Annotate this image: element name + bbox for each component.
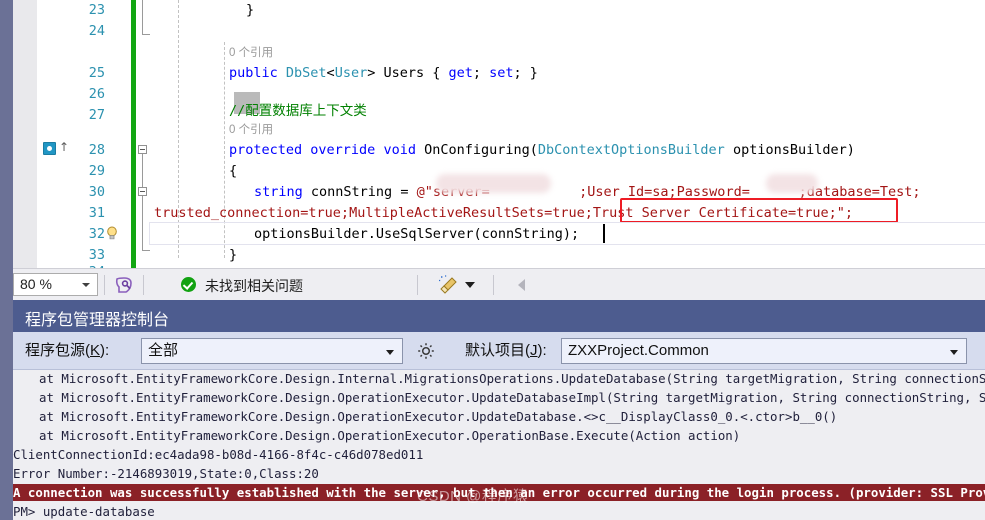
outline-elbow <box>142 28 150 35</box>
pmc-toolbar: 程序包源(K): 全部 默认项目(J): ZXXProject.Common <box>13 332 985 394</box>
chevron-down-icon <box>386 350 394 355</box>
status-separator <box>417 275 418 295</box>
console-line-error-number: Error Number:-2146893019,State:0,Class:2… <box>13 466 319 481</box>
arrow-up-icon[interactable]: ↑ <box>59 141 69 154</box>
success-check-icon <box>181 277 196 292</box>
console-output[interactable]: at Microsoft.EntityFrameworkCore.Design.… <box>13 370 985 520</box>
keyword-void: void <box>383 142 425 158</box>
chevron-down-icon <box>82 283 90 287</box>
line-number: 25 <box>88 65 105 81</box>
line-number: 27 <box>88 107 105 123</box>
redacted-password-value <box>766 174 818 193</box>
code-line-33: } <box>229 247 238 263</box>
scroll-left-icon[interactable] <box>518 279 525 291</box>
package-manager-console-panel: 程序包管理器控制台 程序包源(K): 全部 默认项目(J): ZXXProjec… <box>13 300 985 520</box>
default-project-label: 默认项目(J): <box>465 341 547 361</box>
param-optionsbuilder: optionsBuilder) <box>724 142 855 158</box>
identifier-connstring: connString = <box>302 184 417 200</box>
code-line-29: { <box>229 163 238 179</box>
keyword-protected: protected <box>229 142 311 158</box>
codelens-references[interactable]: 0 个引用 <box>229 121 273 137</box>
codelens-references[interactable]: 0 个引用 <box>229 44 273 60</box>
line-number: 26 <box>88 86 105 102</box>
type-dbset: DbSet <box>285 65 327 81</box>
console-line: at Microsoft.EntityFrameworkCore.Design.… <box>39 409 838 424</box>
cleanup-dropdown-icon[interactable] <box>465 282 475 288</box>
keyword-string: string <box>254 184 303 200</box>
label-accesskey: J <box>530 342 538 359</box>
status-separator <box>493 275 494 295</box>
outline-guide <box>142 150 143 250</box>
type-dbcontextoptionsbuilder: DbContextOptionsBuilder <box>537 142 725 158</box>
line-number: 29 <box>88 163 105 179</box>
punct: ; } <box>513 65 538 81</box>
label-part: 默认项目( <box>465 342 530 359</box>
highlight-annotation-box <box>620 198 898 223</box>
status-separator <box>104 275 105 295</box>
bookmark-icon[interactable] <box>43 142 56 155</box>
line-number: 30 <box>88 184 105 200</box>
editor-status-bar: 80 % 未找到相关问题 <box>13 268 985 300</box>
type-user: User <box>334 65 368 81</box>
punct: < <box>326 65 335 81</box>
redacted-server-value <box>436 174 551 193</box>
keyword-override: override <box>310 142 384 158</box>
code-text-surface[interactable]: } 0 个引用 public DbSet<User> Users { get; … <box>136 0 985 268</box>
zoom-level-selector[interactable]: 80 % <box>13 273 98 296</box>
package-source-label: 程序包源(K): <box>25 341 109 361</box>
console-line-error-message: A connection was successfully establishe… <box>13 484 985 501</box>
status-separator <box>143 275 144 295</box>
code-line-23: } <box>246 2 255 18</box>
label-accesskey: K <box>90 342 101 359</box>
package-source-select[interactable]: 全部 <box>141 338 403 364</box>
editor-indicator-margin <box>13 0 37 268</box>
pmc-title-bar[interactable]: 程序包管理器控制台 <box>13 300 985 332</box>
line-number: 23 <box>88 2 105 18</box>
collapse-region-toggle[interactable] <box>138 145 147 154</box>
keyword-set: set <box>489 65 514 81</box>
console-line: at Microsoft.EntityFrameworkCore.Design.… <box>39 428 741 443</box>
code-line-28: protected override void OnConfiguring(Db… <box>229 140 855 161</box>
outline-elbow <box>142 244 150 251</box>
window-left-edge-strip <box>0 0 13 520</box>
console-line: at Microsoft.EntityFrameworkCore.Design.… <box>39 390 985 405</box>
console-prompt-line: PM> update-database <box>13 504 155 519</box>
code-cleanup-broom-icon[interactable] <box>437 275 459 295</box>
collapse-region-toggle[interactable] <box>138 187 147 196</box>
string-connection-options: trusted_connection=true;MultipleActiveRe… <box>154 205 593 221</box>
code-line-27-comment: //配置数据库上下文类 <box>229 103 367 119</box>
code-editor[interactable]: 23 24 25 26 27 28 29 30 31 32 33 34 ↑ } … <box>13 0 985 268</box>
label-part: ): <box>100 342 110 359</box>
text-caret <box>603 224 605 243</box>
zoom-level-value: 80 % <box>20 276 52 292</box>
default-project-select[interactable]: ZXXProject.Common <box>561 338 967 364</box>
punct: ; <box>472 65 490 81</box>
lightbulb-icon[interactable] <box>105 226 119 240</box>
intellicode-icon[interactable] <box>113 275 135 295</box>
line-number: 32 <box>88 226 105 242</box>
line-number: 24 <box>88 23 105 39</box>
pmc-title-text: 程序包管理器控制台 <box>25 312 170 329</box>
line-number: 31 <box>88 205 105 221</box>
code-line-32: optionsBuilder.UseSqlServer(connString); <box>254 226 580 242</box>
package-source-value: 全部 <box>148 342 179 359</box>
label-part: 程序包源( <box>25 342 90 359</box>
code-line-25: public DbSet<User> Users { get; set; } <box>229 63 538 84</box>
keyword-get: get <box>448 65 473 81</box>
default-project-value: ZXXProject.Common <box>568 342 709 359</box>
nuget-settings-gear-icon[interactable] <box>416 341 436 361</box>
label-part: ): <box>537 342 547 359</box>
method-onconfiguring: OnConfiguring( <box>424 142 538 158</box>
keyword-public: public <box>229 65 286 81</box>
console-line: at Microsoft.EntityFrameworkCore.Design.… <box>39 371 985 386</box>
issues-status-text: 未找到相关问题 <box>205 278 303 294</box>
console-line-client-connection-id: ClientConnectionId:ec4ada98-b08d-4166-8f… <box>13 447 424 462</box>
identifier-users: > Users { <box>367 65 449 81</box>
chevron-down-icon <box>950 350 958 355</box>
